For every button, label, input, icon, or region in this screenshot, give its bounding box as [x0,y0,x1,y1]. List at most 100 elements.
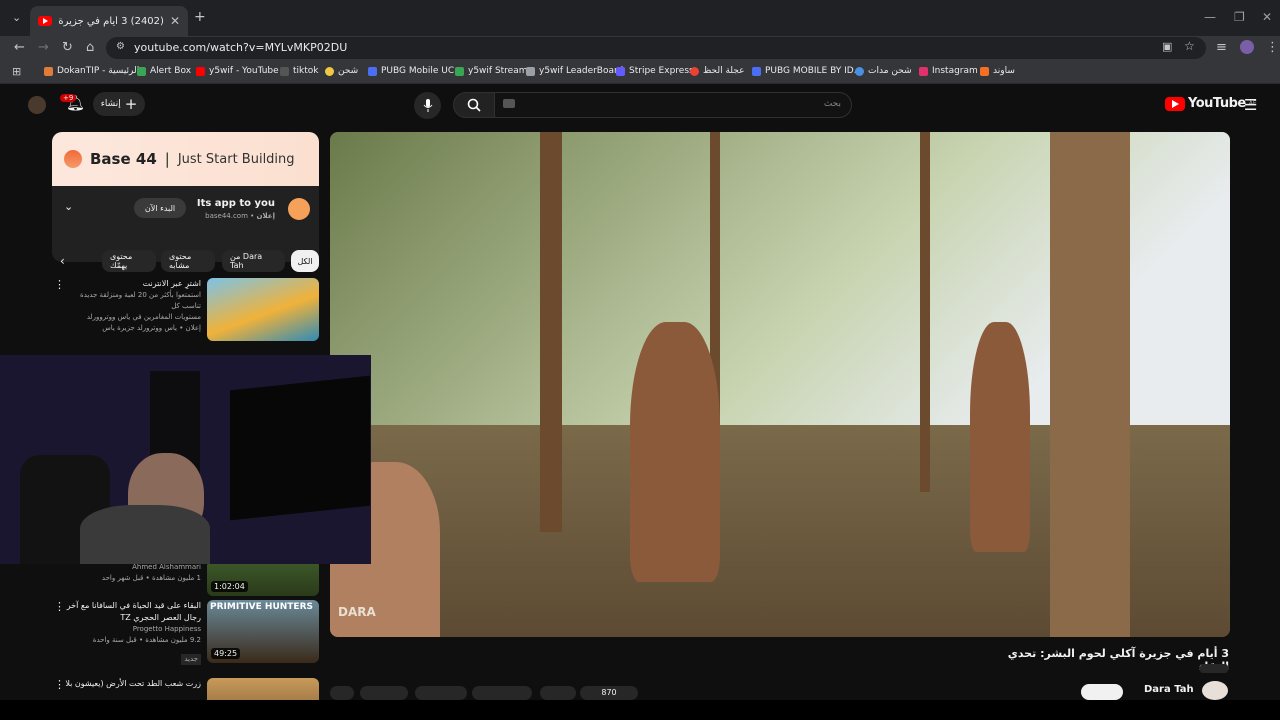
chip-for-you[interactable]: محتوى يهمّك [102,250,156,272]
more-actions-icon[interactable]: ⋮ [54,678,65,691]
bookmark-tiktok[interactable]: tiktok [280,66,319,76]
profile-avatar[interactable] [1240,40,1254,54]
search-icon [467,98,481,112]
new-tab-icon[interactable]: + [194,9,206,25]
search-placeholder: بحث [823,99,841,109]
like-button[interactable]: 870 [580,686,638,700]
bookmark-stripe-express[interactable]: Stripe Express [616,66,694,76]
ad-banner[interactable]: Base 44 | Just Start Building [52,132,319,186]
new-badge: جديد [181,654,201,665]
os-taskbar [0,700,1280,720]
bookmark-wheel[interactable]: عجلة الحظ [690,66,744,76]
ad-tagline: Just Start Building [177,151,295,167]
video-frame-person [970,322,1030,552]
video-thumbnail[interactable]: PRIMITIVE HUNTERS 49:25 [207,600,319,663]
video-watermark: DARA [338,605,376,619]
video-thumbnail[interactable] [207,678,319,700]
share-button[interactable] [540,686,576,700]
bookmark-instagram[interactable]: Instagram [919,66,978,76]
close-window-icon[interactable]: ✕ [1262,10,1272,24]
video-desc-line: استمتعوا بأكثر من 20 لعبة ومنزلقة جديدة … [80,291,201,310]
install-app-icon[interactable]: ▣ [1162,40,1172,53]
video-meta: البقاء على قيد الحياة في السافانا مع آخر… [61,600,201,665]
account-avatar[interactable] [28,96,46,114]
video-sponsor-line: إعلان • ياس ووترورلد جزيرة ياس [102,324,201,332]
browser-tab-active[interactable]: (2402) 3 أيام في جزيرة آكلي لحو... ✕ [30,6,188,36]
more-actions-button[interactable] [330,686,354,700]
bookmark-soundcloud[interactable]: ساوند [980,66,1015,76]
back-icon[interactable]: ← [14,40,25,55]
bookmark-pubg-uc[interactable]: PUBG Mobile UC [368,66,454,76]
ad-brand: Base 44 [90,150,157,168]
ad-avatar [288,198,310,220]
keyboard-icon[interactable] [503,99,515,108]
maximize-icon[interactable]: ❐ [1234,10,1245,24]
more-actions-icon[interactable]: ⋮ [54,278,65,291]
webcam-overlay [0,355,371,564]
video-stats: 1 مليون مشاهدة • قبل شهر واحد [101,574,201,582]
base44-logo-icon [64,150,82,168]
channel-name[interactable]: Dara Tah [1144,684,1194,695]
home-icon[interactable]: ⌂ [86,40,94,55]
guide-menu-icon[interactable]: ☰ [1244,96,1257,114]
video-meta: Ahmed Alshammari 1 مليون مشاهدة • قبل شه… [61,562,201,584]
list-item[interactable]: زرت شعب الطد تحت الأرض (يعيشون بلا ⋮ [52,678,319,700]
video-player[interactable]: DARA [330,132,1230,637]
bookmark-alert-box[interactable]: Alert Box [137,66,191,76]
bookmark-charge-mdat[interactable]: شحن مدات [855,66,912,76]
video-meta: زرت شعب الطد تحت الأرض (يعيشون بلا [61,678,201,690]
list-item[interactable]: PRIMITIVE HUNTERS 49:25 البقاء على قيد ا… [52,600,319,666]
chevron-down-icon[interactable]: ⌄ [64,200,73,213]
ad-card[interactable]: Base 44 | Just Start Building Its app to… [52,132,319,262]
youtube-page: 🔔︎ +9 إنشاء + بحث YouTube AE ☰ Base 44 |… [0,84,1280,700]
create-button[interactable]: إنشاء + [93,92,145,116]
chips-next-icon[interactable]: ‹ [60,254,65,268]
save-button[interactable] [415,686,467,700]
search-input[interactable]: بحث [494,92,852,118]
chip-related[interactable]: محتوى مشابه [161,250,215,272]
bookmark-charge[interactable]: شحن [325,66,358,76]
tab-search-icon[interactable]: ⌄ [12,11,21,24]
bookmark-y5wif-leaderboard[interactable]: y5wif LeaderBoard [526,66,623,76]
ad-separator: | [164,150,170,168]
bookmark-dokantip[interactable]: DokanTIP - الرئيسية [44,66,139,76]
minimize-icon[interactable]: — [1204,10,1216,24]
youtube-logo[interactable]: YouTube AE [1165,96,1257,111]
download-button[interactable] [472,686,532,700]
chip-all[interactable]: الكل [291,250,319,272]
webcam-monitor [230,375,370,521]
address-bar[interactable]: ⚙ youtube.com/watch?v=MYLvMKP02DU ▣ ☆ [106,37,1206,59]
bookmark-y5wif-stream[interactable]: y5wif Stream [455,66,528,76]
reload-icon[interactable]: ↻ [62,40,73,55]
list-item[interactable]: اشترِ عبر الانترنت استمتعوا بأكثر من 20 … [52,278,319,348]
voice-search-button[interactable] [414,92,441,119]
apps-grid-icon[interactable]: ⊞ [12,65,21,78]
browser-title-bar: ⌄ (2402) 3 أيام في جزيرة آكلي لحو... ✕ +… [0,0,1280,36]
site-info-icon[interactable]: ⚙ [116,41,125,52]
notifications-badge: +9 [60,94,77,102]
video-thumbnail[interactable] [207,278,319,341]
youtube-logo-text: YouTube [1188,96,1246,111]
close-tab-icon[interactable]: ✕ [170,14,180,28]
bookmark-pubg-id[interactable]: PUBG MOBILE BY ID... [752,66,862,76]
chip-from-channel[interactable]: من Dara Tah [222,250,285,272]
clip-button[interactable] [360,686,408,700]
search-button[interactable] [453,92,495,118]
more-actions-icon[interactable]: ⋮ [54,600,65,613]
video-title: البقاء على قيد الحياة في السافانا مع آخر… [66,601,201,622]
video-thumbnail[interactable]: 1:02:04 [207,560,319,596]
create-label: إنشاء [100,99,121,109]
subscribe-button[interactable] [1081,684,1123,700]
video-title-main: 3 أيام في جزيرة آكلي لحوم البشر: تحدي ال… [1007,647,1229,673]
media-control-icon[interactable]: ≡ [1216,40,1227,55]
browser-menu-icon[interactable]: ⋮ [1266,40,1279,55]
bookmarks-bar: ⊞ DokanTIP - الرئيسية Alert Box y5wif - … [0,60,1280,84]
video-title: زرت شعب الطد تحت الأرض (يعيشون بلا [65,679,201,688]
bookmark-y5wif-youtube[interactable]: y5wif - YouTube [196,66,279,76]
channel-avatar[interactable] [1202,681,1228,700]
video-stats: 9.2 مليون مشاهدة • قبل سنة واحدة [92,636,201,644]
forward-icon[interactable]: → [38,40,49,55]
bookmark-star-icon[interactable]: ☆ [1184,39,1195,53]
ad-cta-button[interactable]: البدء الآن [134,198,186,218]
plus-icon: + [124,95,138,113]
